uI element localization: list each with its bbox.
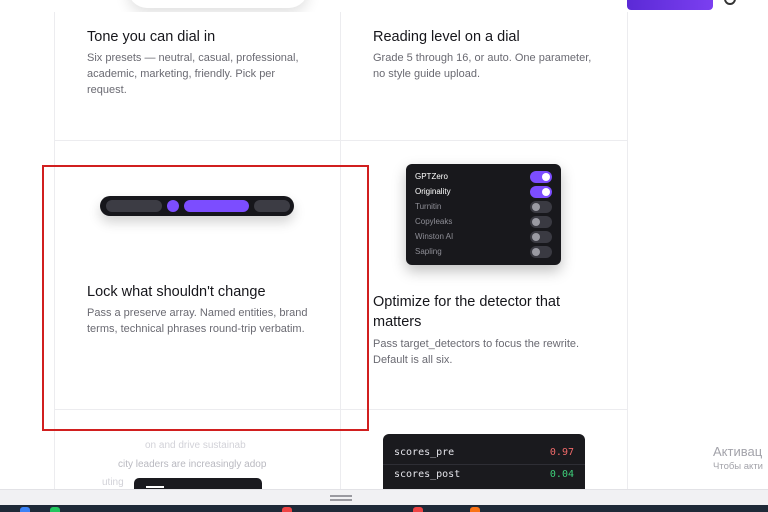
feature-title-reading-level: Reading level on a dial [373,29,520,45]
score-value: 0.97 [549,447,574,458]
score-row: scores_post 0.04 [394,465,574,485]
detector-toggle[interactable] [530,231,552,243]
desc-line: Pass target_detectors to focus the rewri… [373,338,580,350]
taskbar-app-icon[interactable] [470,507,480,512]
toggle-knob [532,248,540,256]
detector-row[interactable]: Copyleaks [415,215,552,230]
detector-toggle[interactable] [530,246,552,258]
testimonial-line: uting [102,477,124,488]
feature-desc-tone: Six presets — neutral, casual, professio… [87,50,299,98]
detector-label: Turnitin [415,202,442,211]
detector-row[interactable]: Sapling [415,245,552,260]
nav-cta-button[interactable] [627,0,713,10]
toggle-knob [542,188,550,196]
selection-highlight-box [42,165,369,431]
detector-label: GPTZero [415,172,448,181]
desc-line: academic, marketing, friendly. Pick per [87,68,276,80]
detector-label: Originality [415,187,451,196]
feature-title-detector: Optimize for the detector that matters [373,292,560,332]
desc-line: Default is all six. [373,354,453,366]
detector-toggle[interactable] [530,216,552,228]
detector-row[interactable]: GPTZero [415,170,552,185]
grid-line [627,12,628,489]
desc-line: Grade 5 through 16, or auto. One paramet… [373,52,592,64]
detector-row[interactable]: Originality [415,185,552,200]
feature-title-tone: Tone you can dial in [87,29,216,45]
taskbar-app-icon[interactable] [50,507,60,512]
toggle-knob [542,173,550,181]
taskbar-app-icon[interactable] [413,507,423,512]
toggle-knob [532,218,540,226]
detector-label: Winston AI [415,232,454,241]
score-value: 0.04 [549,469,574,480]
title-line: matters [373,314,422,330]
grid-line [54,140,627,141]
desc-line: request. [87,84,127,96]
toggle-knob [532,203,540,211]
splitter-grip-icon[interactable] [330,499,352,501]
detector-row[interactable]: Turnitin [415,200,552,215]
theme-toggle-icon[interactable] [724,0,736,5]
detector-toggle[interactable] [530,201,552,213]
desc-line: no style guide upload. [373,68,481,80]
card-mark [146,486,164,488]
title-line: Optimize for the detector that [373,294,560,310]
score-row: scores_pre 0.97 [394,443,574,463]
testimonial-line: on and drive sustainab [145,440,246,451]
taskbar-app-icon[interactable] [282,507,292,512]
taskbar-app-icon[interactable] [20,507,30,512]
nav-pill [128,0,308,8]
top-navigation [0,0,768,12]
detector-label: Copyleaks [415,217,453,226]
activation-watermark-subtitle: Чтобы акти [713,461,763,472]
scores-panel: scores_pre 0.97 scores_post 0.04 [383,434,585,496]
feature-desc-detector: Pass target_detectors to focus the rewri… [373,336,579,368]
desc-line: Six presets — neutral, casual, professio… [87,52,299,64]
landing-page: Tone you can dial in Six presets — neutr… [0,0,768,512]
feature-desc-reading-level: Grade 5 through 16, or auto. One paramet… [373,50,591,82]
score-label: scores_pre [394,447,455,458]
detector-row[interactable]: Winston AI [415,230,552,245]
os-taskbar [0,505,768,512]
toggle-knob [532,233,540,241]
detector-label: Sapling [415,247,442,256]
detector-toggle-panel: GPTZero Originality Turnitin Copyleaks W… [406,164,561,265]
score-label: scores_post [394,469,461,480]
detector-toggle[interactable] [530,171,552,183]
activation-watermark-title: Активац [713,444,763,459]
detector-toggle[interactable] [530,186,552,198]
panel-splitter[interactable] [0,489,768,506]
testimonial-line: city leaders are increasingly adop [118,459,267,470]
splitter-grip-icon[interactable] [330,495,352,497]
